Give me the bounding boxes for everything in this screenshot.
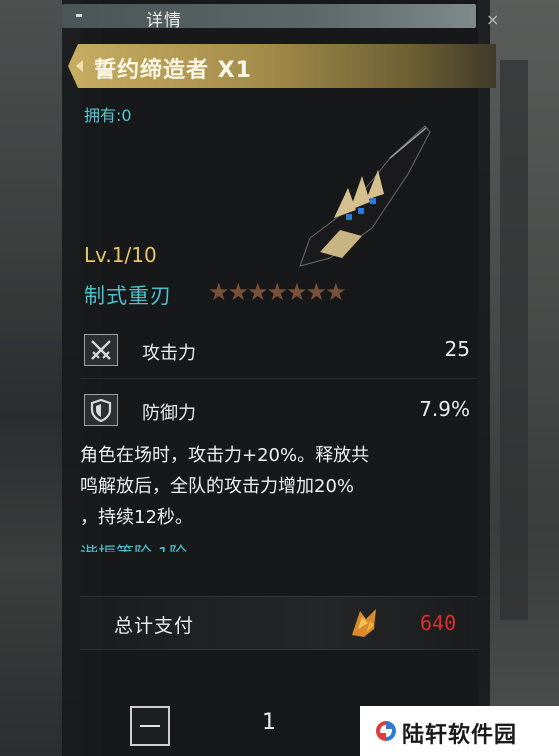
description-line: ，持续12秒。 [80,507,193,528]
detail-header: 详情 [62,4,476,31]
currency-crystal-icon [352,609,376,637]
crossed-swords-icon [84,334,118,366]
stat-label-defense: 防御力 [142,403,196,424]
total-value: 640 [420,611,457,635]
stat-row-attack: 攻击力 25 [84,332,474,368]
stat-value-defense: 7.9% [419,397,470,421]
watermark-logo-icon [376,721,396,741]
title-arrow-icon [76,60,83,72]
weapon-type: 制式重刃 [84,284,172,308]
description-line: 角色在场时，攻击力+20%。释放共 [80,445,370,466]
item-name: 誓约缔造者 X1 [94,58,252,83]
resonance-rank-text: 谐振等阶 1阶 [80,544,187,552]
divider [80,378,478,379]
description-line: 鸣解放后，全队的攻击力增加20% [80,476,355,497]
shield-icon [84,394,118,426]
owned-count: 拥有:0 [84,106,132,125]
rarity-stars: ★★★★★★★ [208,278,347,306]
weapon-image [299,125,431,267]
minus-icon [140,725,160,727]
weapon-description: 角色在场时，攻击力+20%。释放共 鸣解放后，全队的攻击力增加20% ，持续12… [80,440,480,533]
header-title: 详情 [146,11,182,31]
item-title-bar: 誓约缔造者 X1 [68,44,496,88]
quantity-value: 1 [262,710,276,735]
watermark: 陆轩软件园 [360,706,559,756]
stat-label-attack: 攻击力 [142,343,196,364]
decrease-quantity-button[interactable] [130,706,170,746]
resonance-rank-label: 谐振等阶 1阶 [80,538,480,552]
stat-row-defense: 防御力 7.9% [84,392,474,428]
header-dash-icon [76,14,82,17]
background-pillar [500,60,528,620]
total-payment-bar: 总计支付 640 [80,596,478,650]
close-icon[interactable]: × [486,10,499,29]
item-level: Lv.1/10 [84,243,157,267]
stat-value-attack: 25 [444,337,470,361]
total-label: 总计支付 [114,615,195,637]
watermark-text: 陆轩软件园 [402,723,518,748]
